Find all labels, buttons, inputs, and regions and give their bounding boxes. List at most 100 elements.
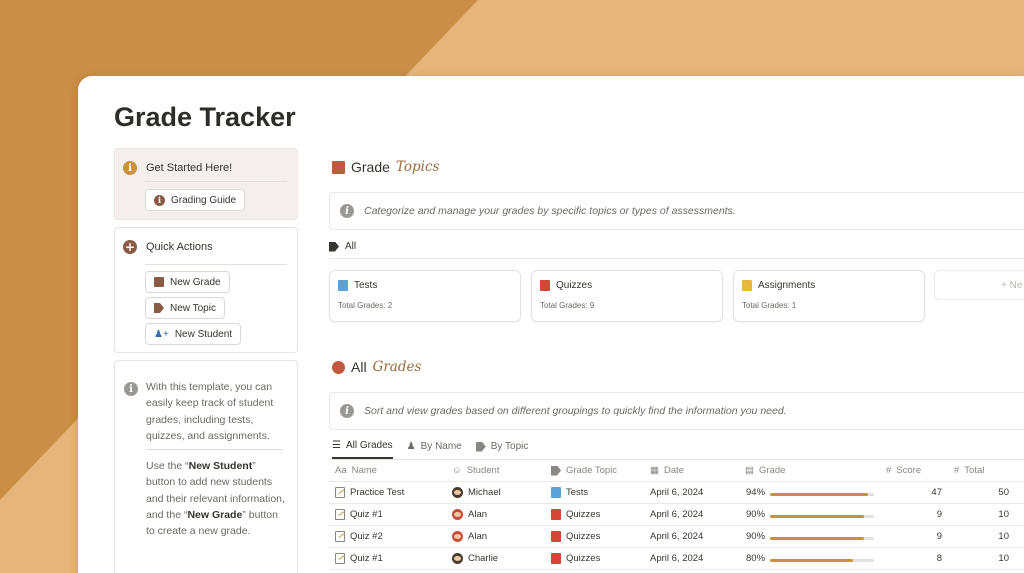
info-icon: i — [123, 161, 137, 175]
date-cell[interactable]: April 6, 2024 — [650, 531, 703, 542]
date-value: April 6, 2024 — [650, 531, 704, 542]
info-paragraph-2: Use the “New Student” button to add new … — [146, 458, 286, 539]
topic-name: Quizzes — [566, 509, 601, 520]
divider — [145, 181, 287, 182]
divider — [145, 264, 287, 265]
column-header-student[interactable]: ☺ Student — [452, 465, 499, 476]
grade-name: Quiz #1 — [350, 553, 383, 564]
column-label: Name — [351, 465, 377, 476]
date-cell[interactable]: April 6, 2024 — [650, 553, 703, 564]
tab-by-name[interactable]: ♟ By Name — [407, 440, 462, 459]
grade-cell[interactable]: 90% — [746, 509, 765, 520]
grade-name: Practice Test — [350, 487, 405, 498]
grading-guide-button[interactable]: i Grading Guide — [145, 189, 246, 211]
blue-book-icon — [338, 280, 348, 291]
topic-card-quizzes[interactable]: Quizzes Total Grades: 9 — [531, 270, 723, 322]
date-cell[interactable]: April 6, 2024 — [650, 487, 703, 498]
topic-cell[interactable]: Tests — [551, 487, 588, 498]
score-cell[interactable]: 9 — [912, 531, 942, 542]
name-cell[interactable]: Quiz #1 — [335, 509, 383, 520]
tag-icon — [329, 241, 339, 252]
name-cell[interactable]: Practice Test — [335, 487, 404, 498]
person-icon: ☺ — [452, 465, 462, 476]
topic-book-icon — [551, 553, 561, 564]
people-icon: ♟ — [406, 441, 416, 452]
heading-italic: Grades — [372, 359, 422, 375]
student-avatar-icon — [452, 509, 463, 520]
name-cell[interactable]: Quiz #2 — [335, 531, 383, 542]
score-cell[interactable]: 47 — [912, 487, 942, 498]
all-grades-heading: All Grades — [332, 359, 421, 375]
calendar-icon: ▦ — [650, 465, 659, 476]
student-cell[interactable]: Alan — [452, 531, 487, 542]
column-header-topic[interactable]: Grade Topic — [551, 465, 617, 476]
total-cell[interactable]: 10 — [979, 531, 1009, 542]
topic-cell[interactable]: Quizzes — [551, 553, 600, 564]
topic-card-tests[interactable]: Tests Total Grades: 2 — [329, 270, 521, 322]
new-grade-button[interactable]: New Grade — [145, 271, 230, 293]
tab-all-grades[interactable]: ☰ All Grades — [332, 440, 393, 459]
text-icon: Aa — [335, 465, 347, 476]
tab-by-topic[interactable]: By Topic — [475, 440, 529, 459]
plus-circle-icon: + — [123, 240, 137, 254]
new-grade-emphasis: New Grade — [187, 509, 243, 522]
student-cell[interactable]: Alan — [452, 509, 487, 520]
student-cell[interactable]: Michael — [452, 487, 501, 498]
new-topic-card[interactable]: + Ne — [934, 270, 1024, 300]
red-book-icon — [540, 280, 550, 291]
new-topic-button[interactable]: New Topic — [145, 297, 225, 319]
grade-percent: 80% — [746, 553, 766, 564]
quick-actions-header: + Quick Actions — [123, 240, 213, 254]
get-started-header: i Get Started Here! — [123, 161, 232, 175]
topic-cell[interactable]: Quizzes — [551, 509, 600, 520]
name-cell[interactable]: Quiz #1 — [335, 553, 383, 564]
column-header-name[interactable]: Aa Name — [335, 465, 377, 476]
notebook-icon — [154, 277, 164, 287]
grades-view-tabs: ☰ All Grades ♟ By Name By Topic — [332, 440, 528, 459]
page-icon — [335, 531, 345, 542]
page-title: Grade Tracker — [114, 102, 296, 132]
topics-view-label: All — [345, 241, 357, 252]
date-cell[interactable]: April 6, 2024 — [650, 509, 703, 520]
grade-progress-bar — [770, 537, 874, 540]
student-name: Alan — [468, 531, 488, 542]
student-cell[interactable]: Charlie — [452, 553, 498, 564]
topic-card-title: Assignments — [742, 280, 815, 291]
get-started-callout: i Get Started Here! i Grading Guide — [114, 148, 298, 220]
new-student-button[interactable]: ♟+ New Student — [145, 323, 242, 345]
score-cell[interactable]: 8 — [912, 553, 942, 564]
square-icon — [332, 160, 345, 174]
divider — [329, 481, 1024, 482]
divider — [329, 503, 1024, 504]
plus-icon: + — [1001, 280, 1007, 291]
student-avatar-icon — [452, 531, 463, 542]
column-header-date[interactable]: ▦ Date — [650, 465, 684, 476]
grade-progress-fill — [770, 559, 854, 562]
grade-cell[interactable]: 90% — [746, 531, 765, 542]
column-header-score[interactable]: # Score — [886, 465, 921, 476]
info-paragraph-1: With this template, you can easily keep … — [146, 381, 274, 442]
total-cell[interactable]: 10 — [979, 553, 1009, 564]
topic-book-icon — [551, 487, 561, 498]
score-cell[interactable]: 9 — [912, 509, 942, 520]
heading-plain: All — [351, 359, 367, 375]
topic-title: Quizzes — [556, 280, 593, 291]
grade-topics-heading: Grade Topics — [332, 159, 439, 175]
grades-callout-text: Sort and view grades based on different … — [364, 405, 787, 417]
total-cell[interactable]: 10 — [979, 509, 1009, 520]
topic-cell[interactable]: Quizzes — [551, 531, 600, 542]
tag-icon — [475, 441, 486, 452]
column-header-total[interactable]: # Total — [954, 465, 984, 476]
date-value: April 6, 2024 — [650, 553, 704, 564]
grade-cell[interactable]: 94% — [746, 487, 765, 498]
column-header-grade[interactable]: ▤ Grade — [745, 465, 785, 476]
topics-view-tab[interactable]: All — [329, 241, 356, 252]
topic-card-title: Tests — [338, 280, 377, 291]
grade-cell[interactable]: 80% — [746, 553, 765, 564]
quick-actions-callout: + Quick Actions New Grade New Topic ♟+ N… — [114, 227, 298, 353]
column-label: Grade — [758, 465, 786, 476]
tab-label: By Topic — [490, 441, 529, 452]
total-cell[interactable]: 50 — [979, 487, 1009, 498]
grade-progress-fill — [770, 493, 868, 496]
topic-card-assignments[interactable]: Assignments Total Grades: 1 — [733, 270, 925, 322]
